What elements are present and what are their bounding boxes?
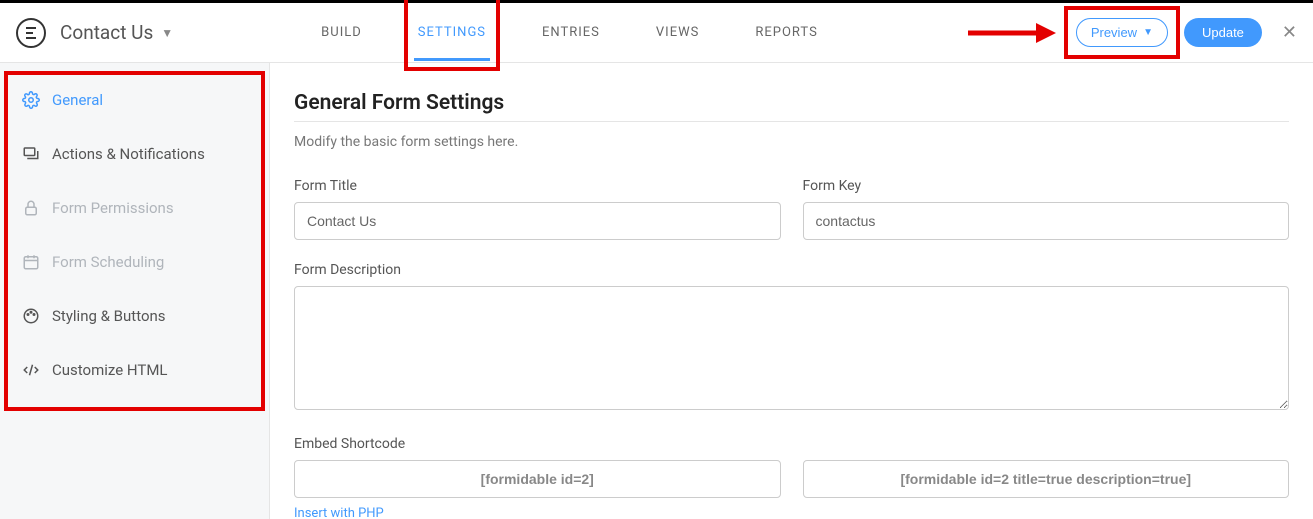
tab-reports[interactable]: REPORTS	[751, 5, 821, 61]
main-content: General Form Settings Modify the basic f…	[270, 63, 1313, 519]
caret-down-icon: ▼	[161, 26, 173, 40]
preview-button-label: Preview	[1091, 25, 1137, 40]
form-key-input[interactable]	[803, 202, 1290, 240]
top-bar: Contact Us ▼ BUILD SETTINGS ENTRIES VIEW…	[0, 3, 1313, 63]
form-title-input[interactable]	[294, 202, 781, 240]
form-key-label: Form Key	[803, 178, 1290, 194]
code-icon	[22, 361, 44, 379]
sidebar-item-permissions[interactable]: Form Permissions	[6, 181, 263, 235]
page-subtitle: Modify the basic form settings here.	[294, 134, 1289, 150]
tab-views[interactable]: VIEWS	[652, 5, 703, 61]
shortcode-input-1[interactable]	[294, 460, 781, 498]
form-name-label: Contact Us	[60, 21, 153, 44]
caret-down-icon: ▼	[1143, 27, 1153, 38]
shortcode-input-2[interactable]	[803, 460, 1290, 498]
lock-icon	[22, 199, 44, 217]
tab-entries[interactable]: ENTRIES	[538, 5, 604, 61]
form-name-dropdown[interactable]: Contact Us ▼	[60, 21, 173, 44]
close-icon[interactable]: ✕	[1282, 22, 1297, 43]
update-button[interactable]: Update	[1184, 18, 1262, 47]
embed-shortcode-label: Embed Shortcode	[294, 436, 1289, 452]
sidebar-item-label: Actions & Notifications	[52, 145, 205, 163]
calendar-icon	[22, 253, 44, 271]
sidebar-item-styling[interactable]: Styling & Buttons	[6, 289, 263, 343]
sidebar-item-label: Styling & Buttons	[52, 307, 166, 325]
sidebar-item-general[interactable]: General	[6, 73, 263, 127]
top-nav: BUILD SETTINGS ENTRIES VIEWS REPORTS	[173, 5, 966, 61]
sidebar-highlight: General Actions & Notifications	[6, 73, 263, 409]
form-description-input[interactable]	[294, 286, 1289, 410]
tab-settings[interactable]: SETTINGS	[414, 5, 490, 61]
insert-with-php-link[interactable]: Insert with PHP	[294, 506, 384, 519]
settings-sidebar: General Actions & Notifications	[0, 63, 270, 519]
app-logo	[16, 18, 46, 48]
sidebar-item-label: Customize HTML	[52, 361, 168, 379]
sidebar-item-label: Form Scheduling	[52, 253, 164, 271]
preview-highlight: Preview ▼	[1074, 16, 1170, 49]
form-title-label: Form Title	[294, 178, 781, 194]
palette-icon	[22, 307, 44, 325]
sidebar-item-scheduling[interactable]: Form Scheduling	[6, 235, 263, 289]
form-description-label: Form Description	[294, 262, 1289, 278]
tab-build[interactable]: BUILD	[317, 5, 366, 61]
preview-button[interactable]: Preview ▼	[1076, 18, 1168, 47]
annotation-arrow-icon	[966, 20, 1056, 46]
sidebar-item-actions[interactable]: Actions & Notifications	[6, 127, 263, 181]
gear-icon	[22, 91, 44, 109]
page-title: General Form Settings	[294, 91, 1289, 115]
sidebar-item-customize-html[interactable]: Customize HTML	[6, 343, 263, 397]
divider	[294, 121, 1289, 122]
sidebar-item-label: General	[52, 91, 103, 109]
top-actions: Preview ▼ Update ✕	[966, 16, 1301, 49]
layers-icon	[22, 145, 44, 163]
sidebar-item-label: Form Permissions	[52, 199, 174, 217]
